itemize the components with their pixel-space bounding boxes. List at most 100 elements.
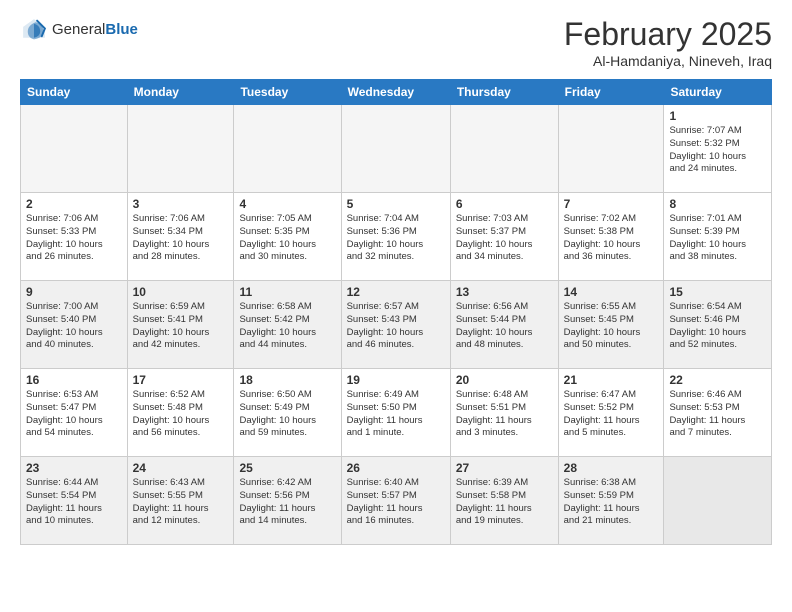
day-number: 19 [347,373,445,387]
day-number: 4 [239,197,335,211]
day-cell [664,457,772,545]
day-number: 25 [239,461,335,475]
day-cell: 22 Sunrise: 6:46 AM Sunset: 5:53 PM Dayli… [664,369,772,457]
day-cell: 7 Sunrise: 7:02 AM Sunset: 5:38 PM Daylig… [558,193,664,281]
day-info: Sunrise: 7:03 AM Sunset: 5:37 PM Dayligh… [456,213,553,264]
day-info: Sunrise: 6:59 AM Sunset: 5:41 PM Dayligh… [133,301,229,352]
day-header-friday: Friday [558,80,664,105]
day-info: Sunrise: 6:39 AM Sunset: 5:58 PM Dayligh… [456,477,553,528]
day-cell: 24Sunrise: 6:43 AM Sunset: 5:55 PM Dayli… [127,457,234,545]
page: GeneralBlue February 2025 Al-Hamdaniya, … [0,0,792,555]
day-number: 6 [456,197,553,211]
day-info: Sunrise: 6:47 AM Sunset: 5:52 PM Dayligh… [564,389,659,440]
logo: GeneralBlue [20,16,138,44]
location: Al-Hamdaniya, Nineveh, Iraq [564,53,772,69]
day-cell: 8Sunrise: 7:01 AM Sunset: 5:39 PM Daylig… [664,193,772,281]
day-number: 10 [133,285,229,299]
day-cell: 19 Sunrise: 6:49 AM Sunset: 5:50 PM Dayli… [341,369,450,457]
month-year: February 2025 [564,16,772,53]
day-info: Sunrise: 6:54 AM Sunset: 5:46 PM Dayligh… [669,301,766,352]
week-row-5: 23Sunrise: 6:44 AM Sunset: 5:54 PM Dayli… [21,457,772,545]
day-header-thursday: Thursday [450,80,558,105]
day-number: 3 [133,197,229,211]
day-cell [127,105,234,193]
day-cell: 28 Sunrise: 6:38 AM Sunset: 5:59 PM Dayli… [558,457,664,545]
day-cell: 16 Sunrise: 6:53 AM Sunset: 5:47 PM Dayli… [21,369,128,457]
day-cell: 14 Sunrise: 6:55 AM Sunset: 5:45 PM Dayli… [558,281,664,369]
day-cell: 20Sunrise: 6:48 AM Sunset: 5:51 PM Dayli… [450,369,558,457]
logo-blue: Blue [105,21,138,38]
day-number: 15 [669,285,766,299]
day-cell: 12Sunrise: 6:57 AM Sunset: 5:43 PM Dayli… [341,281,450,369]
day-header-wednesday: Wednesday [341,80,450,105]
day-info: Sunrise: 7:04 AM Sunset: 5:36 PM Dayligh… [347,213,445,264]
day-number: 27 [456,461,553,475]
header: GeneralBlue February 2025 Al-Hamdaniya, … [20,16,772,69]
day-cell: 9Sunrise: 7:00 AM Sunset: 5:40 PM Daylig… [21,281,128,369]
day-number: 7 [564,197,659,211]
day-cell: 11 Sunrise: 6:58 AM Sunset: 5:42 PM Dayli… [234,281,341,369]
day-info: Sunrise: 6:38 AM Sunset: 5:59 PM Dayligh… [564,477,659,528]
day-info: Sunrise: 6:57 AM Sunset: 5:43 PM Dayligh… [347,301,445,352]
day-number: 21 [564,373,659,387]
day-cell: 1 Sunrise: 7:07 AM Sunset: 5:32 PM Daylig… [664,105,772,193]
day-number: 23 [26,461,122,475]
day-number: 17 [133,373,229,387]
week-row-3: 9Sunrise: 7:00 AM Sunset: 5:40 PM Daylig… [21,281,772,369]
day-info: Sunrise: 7:02 AM Sunset: 5:38 PM Dayligh… [564,213,659,264]
day-number: 26 [347,461,445,475]
day-cell [21,105,128,193]
day-info: Sunrise: 6:58 AM Sunset: 5:42 PM Dayligh… [239,301,335,352]
day-cell: 10 Sunrise: 6:59 AM Sunset: 5:41 PM Dayli… [127,281,234,369]
day-header-monday: Monday [127,80,234,105]
day-cell: 5 Sunrise: 7:04 AM Sunset: 5:36 PM Daylig… [341,193,450,281]
day-info: Sunrise: 6:49 AM Sunset: 5:50 PM Dayligh… [347,389,445,440]
day-info: Sunrise: 7:01 AM Sunset: 5:39 PM Dayligh… [669,213,766,264]
day-number: 16 [26,373,122,387]
day-info: Sunrise: 6:43 AM Sunset: 5:55 PM Dayligh… [133,477,229,528]
day-info: Sunrise: 6:50 AM Sunset: 5:49 PM Dayligh… [239,389,335,440]
day-cell: 23Sunrise: 6:44 AM Sunset: 5:54 PM Dayli… [21,457,128,545]
day-cell: 3 Sunrise: 7:06 AM Sunset: 5:34 PM Daylig… [127,193,234,281]
day-number: 13 [456,285,553,299]
day-info: Sunrise: 6:55 AM Sunset: 5:45 PM Dayligh… [564,301,659,352]
day-info: Sunrise: 6:56 AM Sunset: 5:44 PM Dayligh… [456,301,553,352]
logo-text: GeneralBlue [52,21,138,39]
day-cell: 25 Sunrise: 6:42 AM Sunset: 5:56 PM Dayli… [234,457,341,545]
day-info: Sunrise: 7:05 AM Sunset: 5:35 PM Dayligh… [239,213,335,264]
day-number: 18 [239,373,335,387]
day-header-saturday: Saturday [664,80,772,105]
day-info: Sunrise: 6:46 AM Sunset: 5:53 PM Dayligh… [669,389,766,440]
day-info: Sunrise: 6:53 AM Sunset: 5:47 PM Dayligh… [26,389,122,440]
day-number: 1 [669,109,766,123]
day-cell: 26 Sunrise: 6:40 AM Sunset: 5:57 PM Dayli… [341,457,450,545]
day-info: Sunrise: 7:06 AM Sunset: 5:33 PM Dayligh… [26,213,122,264]
week-row-2: 2 Sunrise: 7:06 AM Sunset: 5:33 PM Daylig… [21,193,772,281]
day-number: 28 [564,461,659,475]
day-number: 14 [564,285,659,299]
logo-general: General [52,21,105,38]
week-row-1: 1 Sunrise: 7:07 AM Sunset: 5:32 PM Daylig… [21,105,772,193]
day-cell: 21 Sunrise: 6:47 AM Sunset: 5:52 PM Dayli… [558,369,664,457]
day-cell: 18 Sunrise: 6:50 AM Sunset: 5:49 PM Dayli… [234,369,341,457]
day-number: 20 [456,373,553,387]
day-cell [558,105,664,193]
day-info: Sunrise: 7:06 AM Sunset: 5:34 PM Dayligh… [133,213,229,264]
day-info: Sunrise: 7:07 AM Sunset: 5:32 PM Dayligh… [669,125,766,176]
day-cell [450,105,558,193]
day-cell [234,105,341,193]
day-number: 9 [26,285,122,299]
day-cell: 17 Sunrise: 6:52 AM Sunset: 5:48 PM Dayli… [127,369,234,457]
week-row-4: 16 Sunrise: 6:53 AM Sunset: 5:47 PM Dayli… [21,369,772,457]
calendar: SundayMondayTuesdayWednesdayThursdayFrid… [20,79,772,545]
day-number: 11 [239,285,335,299]
day-info: Sunrise: 6:40 AM Sunset: 5:57 PM Dayligh… [347,477,445,528]
day-info: Sunrise: 6:42 AM Sunset: 5:56 PM Dayligh… [239,477,335,528]
day-header-sunday: Sunday [21,80,128,105]
day-cell: 6 Sunrise: 7:03 AM Sunset: 5:37 PM Daylig… [450,193,558,281]
day-info: Sunrise: 6:52 AM Sunset: 5:48 PM Dayligh… [133,389,229,440]
day-number: 2 [26,197,122,211]
day-number: 5 [347,197,445,211]
day-number: 22 [669,373,766,387]
day-cell: 4 Sunrise: 7:05 AM Sunset: 5:35 PM Daylig… [234,193,341,281]
